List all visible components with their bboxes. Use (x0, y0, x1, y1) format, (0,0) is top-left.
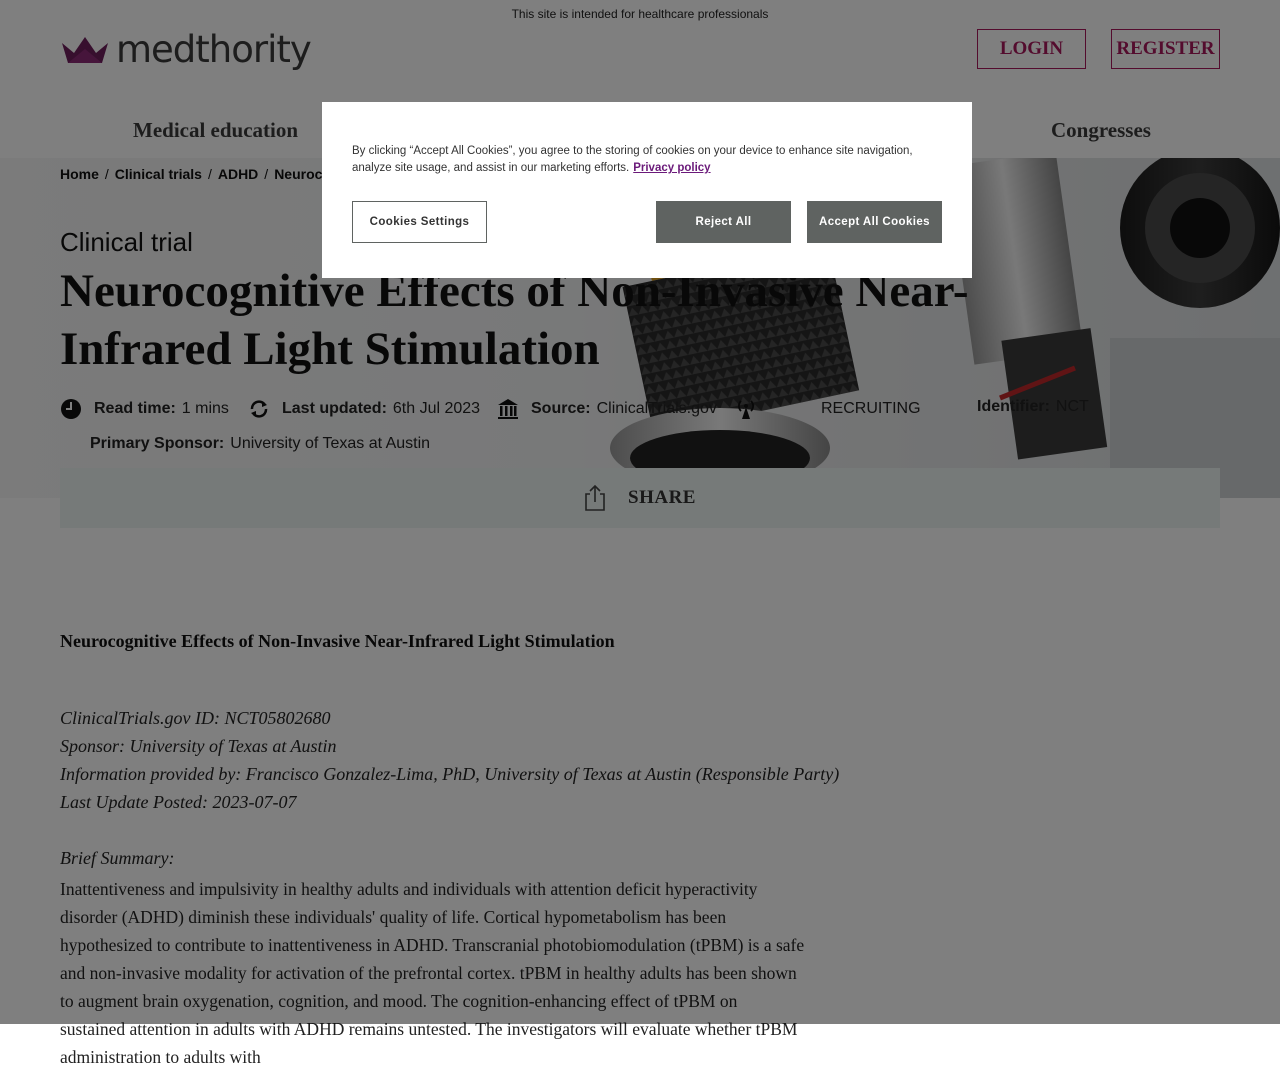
accept-all-cookies-button[interactable]: Accept All Cookies (807, 201, 942, 243)
cookie-consent-text: By clicking “Accept All Cookies”, you ag… (352, 145, 913, 174)
cookie-consent-dialog: By clicking “Accept All Cookies”, you ag… (322, 102, 972, 278)
reject-all-button[interactable]: Reject All (656, 201, 791, 243)
cookies-settings-button[interactable]: Cookies Settings (352, 201, 487, 243)
privacy-policy-link[interactable]: Privacy policy (633, 162, 710, 174)
